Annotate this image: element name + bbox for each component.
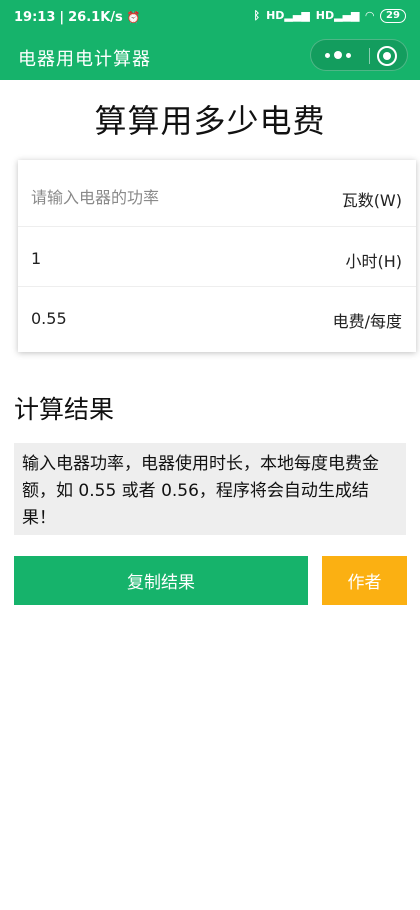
close-icon[interactable] xyxy=(377,46,397,66)
result-title: 计算结果 xyxy=(14,395,115,424)
status-right: ᛒ HD▂▄▆ HD▂▄▆ ◠ 29 xyxy=(253,9,406,23)
price-input[interactable] xyxy=(31,305,291,331)
battery-icon: 29 xyxy=(380,9,406,23)
bluetooth-icon: ᛒ xyxy=(253,9,261,22)
price-unit-label: 电费/每度 xyxy=(332,312,402,331)
page-title: 算算用多少电费 xyxy=(94,102,326,140)
hours-row: 小时(H) xyxy=(18,226,416,288)
signal-icon-2: HD▂▄▆ xyxy=(315,9,360,22)
power-input[interactable] xyxy=(31,184,291,210)
power-unit-label: 瓦数(W) xyxy=(341,191,402,210)
mini-program-capsule xyxy=(310,39,408,71)
hours-input[interactable] xyxy=(31,245,291,271)
result-text: 输入电器功率，电器使用时长，本地每度电费金额，如 0.55 或者 0.56，程序… xyxy=(14,443,406,535)
input-card: 瓦数(W) 小时(H) 电费/每度 xyxy=(18,160,416,352)
status-bar: 19:13 | 26.1K/s ⏰ ᛒ HD▂▄▆ HD▂▄▆ ◠ 29 xyxy=(0,0,420,36)
navigation-bar: 电器用电计算器 xyxy=(0,36,420,80)
hours-unit-label: 小时(H) xyxy=(345,252,402,271)
power-row: 瓦数(W) xyxy=(18,166,416,228)
nav-title: 电器用电计算器 xyxy=(18,49,151,70)
more-icon[interactable] xyxy=(325,47,355,63)
status-left: 19:13 | 26.1K/s ⏰ xyxy=(14,10,140,25)
price-row: 电费/每度 xyxy=(18,286,416,348)
wifi-icon: ◠ xyxy=(365,9,374,22)
copy-result-button[interactable]: 复制结果 xyxy=(14,556,308,605)
status-separator: | xyxy=(59,10,65,25)
signal-icon: HD▂▄▆ xyxy=(266,9,310,22)
capsule-divider xyxy=(369,48,370,64)
status-time: 19:13 xyxy=(14,10,56,25)
network-speed: 26.1K/s xyxy=(68,10,123,25)
alarm-icon: ⏰ xyxy=(126,10,141,24)
author-button[interactable]: 作者 xyxy=(322,556,407,605)
